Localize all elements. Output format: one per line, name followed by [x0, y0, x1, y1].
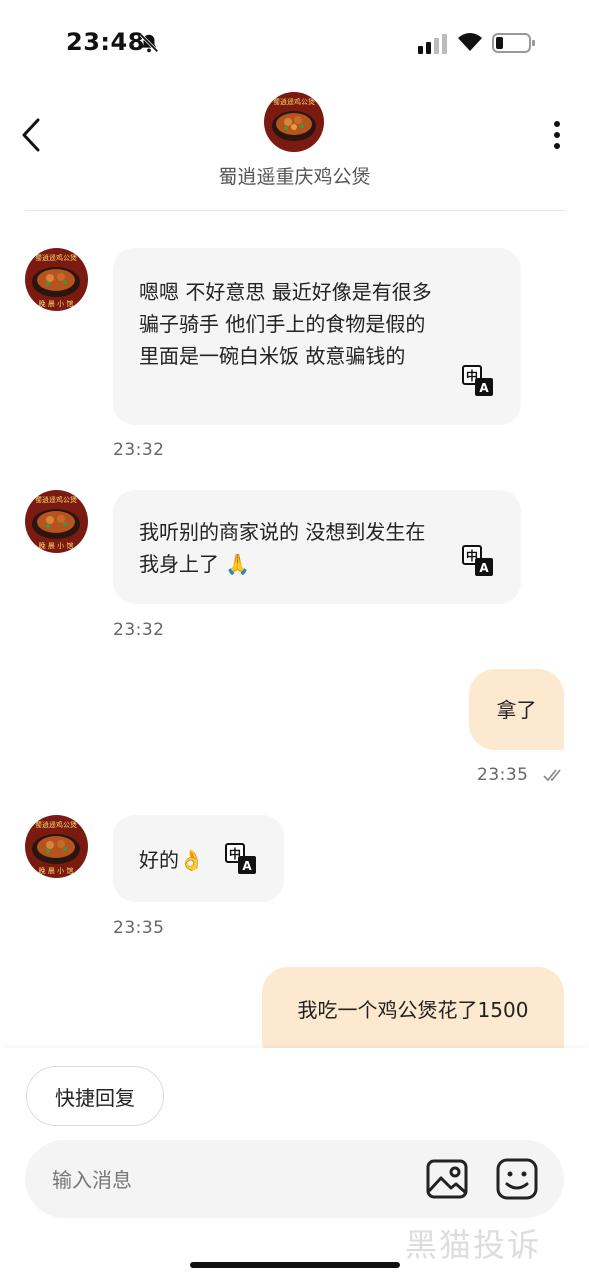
outgoing-message-bubble[interactable]: 拿了 — [469, 669, 564, 750]
avatar-title-text: 蜀逍遥鸡公煲 — [35, 820, 77, 829]
translate-target-glyph: A — [242, 859, 252, 873]
store-avatar[interactable]: 蜀逍遥鸡公煲 晚 晨 小 馆 — [25, 490, 88, 553]
home-indicator[interactable] — [190, 1262, 400, 1268]
message-text: 我吃一个鸡公煲花了1500 — [297, 998, 529, 1022]
message-timestamp: 23:32 — [113, 620, 165, 640]
translate-target-glyph: A — [479, 561, 489, 575]
store-avatar[interactable]: 蜀逍遥鸡公煲 — [264, 92, 324, 152]
quick-reply-button[interactable]: 快捷回复 — [26, 1066, 164, 1126]
store-avatar[interactable]: 蜀逍遥鸡公煲 晚 晨 小 馆 — [25, 248, 88, 311]
message-text: 嗯嗯 不好意思 最近好像是有很多骗子骑手 他们手上的食物是假的 里面是一碗白米饭… — [139, 280, 432, 368]
avatar-title-text: 蜀逍遥鸡公煲 — [273, 97, 315, 106]
battery-icon — [492, 33, 535, 53]
message-text: 我听别的商家说的 没想到发生在我身上了 🙏 — [139, 520, 426, 576]
incoming-message-bubble[interactable]: 我听别的商家说的 没想到发生在我身上了 🙏 — [113, 490, 521, 604]
message-input[interactable] — [50, 1160, 394, 1200]
header-divider — [25, 210, 565, 211]
wifi-icon — [458, 33, 482, 51]
translate-target-glyph: A — [479, 381, 489, 395]
incoming-message-bubble[interactable]: 嗯嗯 不好意思 最近好像是有很多骗子骑手 他们手上的食物是假的 里面是一碗白米饭… — [113, 248, 521, 425]
translate-icon[interactable]: 中 A — [462, 365, 494, 397]
translate-icon[interactable]: 中 A — [462, 545, 494, 577]
bell-muted-icon — [139, 33, 159, 53]
avatar-title-text: 蜀逍遥鸡公煲 — [35, 495, 77, 504]
message-timestamp: 23:32 — [113, 440, 165, 460]
avatar-title-text: 蜀逍遥鸡公煲 — [35, 253, 77, 262]
store-avatar[interactable]: 蜀逍遥鸡公煲 晚 晨 小 馆 — [25, 815, 88, 878]
avatar-caption-text: 晚 晨 小 馆 — [39, 541, 74, 550]
message-timestamp: 23:35 — [477, 765, 529, 785]
message-text: 好的👌 — [139, 848, 204, 872]
watermark-text: 黑猫投诉 — [405, 1226, 542, 1264]
translate-icon[interactable]: 中 A — [225, 843, 257, 875]
read-check-icon — [543, 769, 561, 782]
message-text: 拿了 — [496, 697, 537, 722]
avatar-caption-text: 晚 晨 小 馆 — [39, 299, 74, 308]
more-options-button[interactable] — [545, 118, 569, 152]
chat-title: 蜀逍遥重庆鸡公煲 — [218, 166, 371, 188]
status-time: 23:48 — [66, 28, 145, 56]
avatar-caption-text: 晚 晨 小 馆 — [39, 866, 74, 875]
message-timestamp: 23:35 — [113, 918, 165, 938]
incoming-message-bubble[interactable]: 好的👌 — [113, 815, 284, 902]
image-picker-icon[interactable] — [425, 1157, 469, 1201]
cellular-signal-icon — [418, 34, 447, 54]
emoji-icon[interactable] — [495, 1157, 539, 1201]
back-button[interactable] — [18, 116, 52, 154]
